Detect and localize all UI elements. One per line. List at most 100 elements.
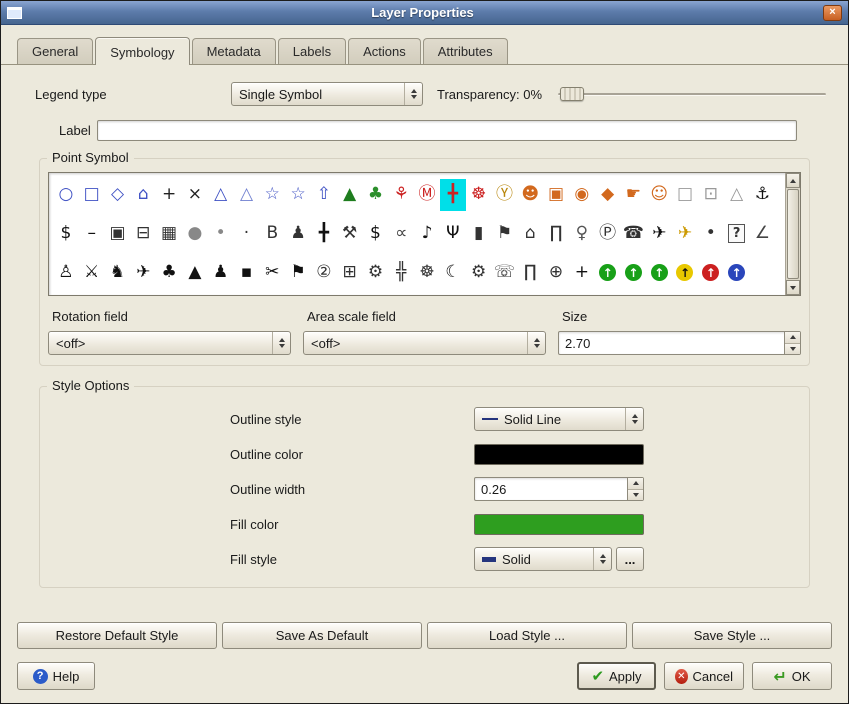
symbol-phone[interactable]: ☎ [621, 218, 647, 250]
slider-handle[interactable] [560, 87, 584, 101]
symbol-dot-small[interactable]: • [698, 218, 724, 250]
symbol-flag-black[interactable]: ⚑ [285, 257, 311, 289]
symbol-black-cross[interactable]: ╋ [311, 218, 337, 250]
symbol-slope[interactable]: ∠ [750, 218, 776, 250]
symbol-star[interactable]: ☆ [285, 179, 311, 211]
symbol-cross-x[interactable]: × [182, 179, 208, 211]
symbol-moon[interactable]: ☾ [440, 257, 466, 289]
outline-style-combobox[interactable]: Solid Line [474, 407, 644, 431]
symbol-arrow-red[interactable]: ↑ [702, 264, 719, 281]
transparency-slider[interactable] [558, 83, 826, 105]
help-button[interactable]: ? Help [17, 662, 95, 690]
symbol-dot[interactable]: · [234, 218, 260, 250]
symbol-square-white[interactable]: □ [672, 179, 698, 211]
size-spin-down-icon[interactable] [785, 344, 800, 355]
tab-actions[interactable]: Actions [348, 38, 421, 64]
symbol-circle-gray[interactable]: ● [182, 218, 208, 250]
size-spin-up-icon[interactable] [785, 332, 800, 344]
symbol-plane-yellow[interactable]: ✈ [672, 218, 698, 250]
size-spinbox[interactable]: 2.70 [558, 331, 801, 355]
outline-width-spin-up-icon[interactable] [628, 478, 643, 490]
symbol-arrow-blue[interactable]: ↑ [728, 264, 745, 281]
symbol-circle-y[interactable]: Ⓨ [492, 179, 518, 211]
tab-general[interactable]: General [17, 38, 93, 64]
symbol-question[interactable]: ? [728, 224, 745, 243]
symbol-gear-2[interactable]: ⚙ [466, 257, 492, 289]
tab-labels[interactable]: Labels [278, 38, 346, 64]
symbol-arrow-green-1[interactable]: ↑ [599, 264, 616, 281]
cancel-button[interactable]: ✕ Cancel [664, 662, 744, 690]
symbol-dollar[interactable]: $ [53, 218, 79, 250]
ok-button[interactable]: ↵ OK [752, 662, 832, 690]
symbol-golf-flag[interactable]: ⚑ [492, 218, 518, 250]
close-button[interactable]: × [823, 5, 842, 21]
legend-type-combobox[interactable]: Single Symbol [231, 82, 423, 106]
symbol-car[interactable]: ⊟ [130, 218, 156, 250]
symbol-diamond-orange[interactable]: ◆ [595, 179, 621, 211]
tab-metadata[interactable]: Metadata [192, 38, 276, 64]
symbol-balloon[interactable]: ♀ [569, 218, 595, 250]
symbol-arrow-yellow[interactable]: ↑ [676, 264, 693, 281]
symbol-pine-black[interactable]: ▲ [182, 257, 208, 289]
scroll-up-icon[interactable] [786, 173, 800, 188]
symbol-circle-small[interactable]: • [208, 218, 234, 250]
tab-symbology[interactable]: Symbology [95, 37, 189, 65]
symbol-phone-outline[interactable]: ☏ [492, 257, 518, 289]
symbol-pedestrian[interactable]: ♟ [208, 257, 234, 289]
symbol-camera[interactable]: ▣ [105, 218, 131, 250]
rotation-field-combobox[interactable]: <off> [48, 331, 291, 355]
restore-default-style-button[interactable]: Restore Default Style [17, 622, 217, 649]
symbol-gas-pump[interactable]: ▮ [466, 218, 492, 250]
symbol-flower[interactable]: ⚘ [388, 179, 414, 211]
symbol-diamond[interactable]: ◇ [105, 179, 131, 211]
symbol-tree-black[interactable]: ♣ [156, 257, 182, 289]
outline-width-spinbox[interactable]: 0.26 [474, 477, 644, 501]
symbol-people[interactable]: ♟ [285, 218, 311, 250]
symbol-tools[interactable]: ⚒ [337, 218, 363, 250]
tab-attributes[interactable]: Attributes [423, 38, 508, 64]
symbol-restaurant[interactable]: Ψ [440, 218, 466, 250]
symbol-star-outline[interactable]: ☆ [259, 179, 285, 211]
symbol-plane[interactable]: ✈ [646, 218, 672, 250]
save-as-default-button[interactable]: Save As Default [222, 622, 422, 649]
symbol-circled-2[interactable]: ② [311, 257, 337, 289]
symbol-square-orange[interactable]: ▣ [543, 179, 569, 211]
outline-width-spin-down-icon[interactable] [628, 490, 643, 501]
symbol-square-in-square[interactable]: ⊡ [698, 179, 724, 211]
symbol-triangle-2[interactable]: △ [234, 179, 260, 211]
symbol-crossed-swords[interactable]: ⚔ [79, 257, 105, 289]
area-scale-field-combobox[interactable]: <off> [303, 331, 546, 355]
symbol-museum[interactable]: ∏ [517, 257, 543, 289]
symbol-swiss-cross[interactable]: ╋ [440, 179, 466, 211]
symbol-plus[interactable]: + [156, 179, 182, 211]
symbol-bus[interactable]: ⊞ [337, 257, 363, 289]
symbol-circle[interactable]: ○ [53, 179, 79, 211]
symbol-triangle[interactable]: △ [208, 179, 234, 211]
symbol-triangle-gray[interactable]: △ [724, 179, 750, 211]
symbol-crosshair[interactable]: ⊕ [543, 257, 569, 289]
outline-color-button[interactable] [474, 444, 644, 465]
titlebar[interactable]: Layer Properties × [1, 1, 848, 25]
symbol-cross-shield[interactable]: ╬ [388, 257, 414, 289]
symbol-tree[interactable]: ♣ [363, 179, 389, 211]
symbol-flower-red[interactable]: ☸ [466, 179, 492, 211]
symbol-music-note[interactable]: ♪ [414, 218, 440, 250]
symbol-letter-b[interactable]: B [259, 218, 285, 250]
symbol-skier[interactable]: ♙ [53, 257, 79, 289]
symbol-pine-tree[interactable]: ▲ [337, 179, 363, 211]
symbol-face2-orange[interactable]: ☺ [646, 179, 672, 211]
symbol-skier-2[interactable]: ♞ [105, 257, 131, 289]
slider-groove[interactable] [558, 93, 826, 96]
symbol-circle-m[interactable]: Ⓜ [414, 179, 440, 211]
symbol-target-orange[interactable]: ◉ [569, 179, 595, 211]
symbol-building[interactable]: ▦ [156, 218, 182, 250]
symbol-square[interactable]: □ [79, 179, 105, 211]
scrollbar-thumb[interactable] [787, 189, 799, 279]
load-style-button[interactable]: Load Style ... [427, 622, 627, 649]
label-input[interactable] [97, 120, 797, 141]
save-style-button[interactable]: Save Style ... [632, 622, 832, 649]
apply-button[interactable]: ✔ Apply [577, 662, 656, 690]
symbol-gear[interactable]: ⚙ [363, 257, 389, 289]
fill-style-more-button[interactable]: ... [616, 547, 644, 571]
symbol-plus-black[interactable]: + [569, 257, 595, 289]
